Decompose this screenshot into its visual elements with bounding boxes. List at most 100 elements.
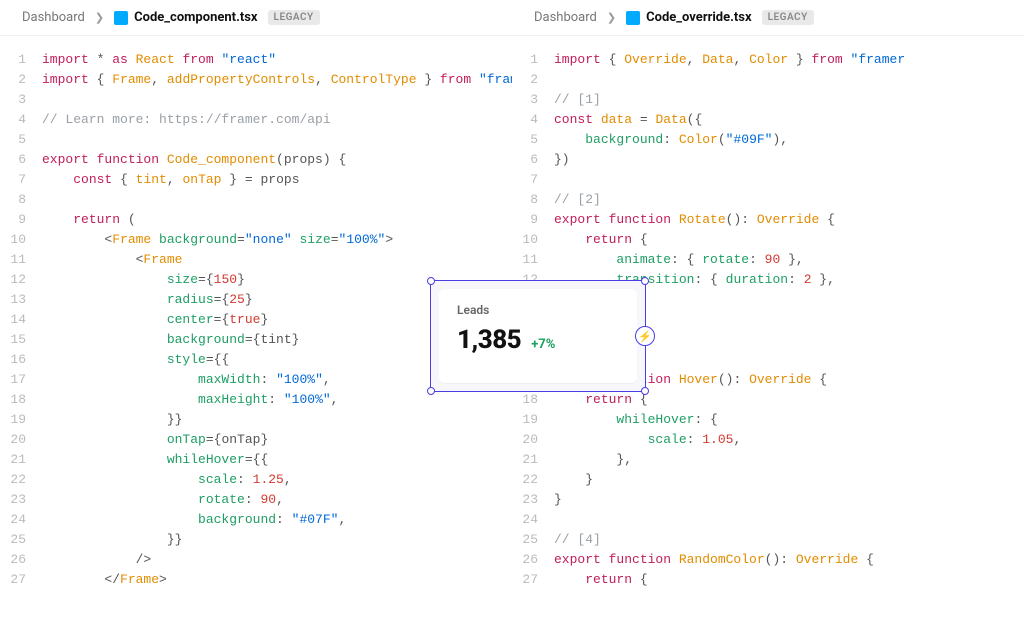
code-line[interactable]: 21 whileHover={{ (0, 450, 512, 470)
code-line[interactable]: 11 animate: { rotate: 90 }, (512, 250, 1024, 270)
code-line[interactable]: 10 return { (512, 230, 1024, 250)
line-content: return { (554, 390, 1024, 410)
code-line[interactable]: 24 (512, 510, 1024, 530)
line-number: 18 (0, 390, 42, 410)
code-line[interactable]: 7 (512, 170, 1024, 190)
code-line[interactable]: 5 (0, 130, 512, 150)
code-line[interactable]: 21 }, (512, 450, 1024, 470)
line-content: scale: 1.05, (554, 430, 1024, 450)
code-line[interactable]: 23 rotate: 90, (0, 490, 512, 510)
code-line[interactable]: 4const data = Data({ (512, 110, 1024, 130)
code-line[interactable]: 22 scale: 1.25, (0, 470, 512, 490)
code-line[interactable]: 14} (512, 310, 1024, 330)
code-line[interactable]: 13 } (512, 290, 1024, 310)
line-number: 2 (512, 70, 554, 90)
line-number: 23 (0, 490, 42, 510)
line-content (42, 190, 512, 210)
line-number: 11 (512, 250, 554, 270)
line-number: 7 (0, 170, 42, 190)
code-line[interactable]: 26export function RandomColor(): Overrid… (512, 550, 1024, 570)
line-number: 13 (512, 290, 554, 310)
code-line[interactable]: 19 }} (0, 410, 512, 430)
code-line[interactable]: 5 background: Color("#09F"), (512, 130, 1024, 150)
code-line[interactable]: 15 background={tint} (0, 330, 512, 350)
code-line[interactable]: 27 </Frame> (0, 570, 512, 590)
code-line[interactable]: 3 (0, 90, 512, 110)
code-line[interactable]: 17 maxWidth: "100%", (0, 370, 512, 390)
line-number: 16 (512, 350, 554, 370)
line-number: 26 (0, 550, 42, 570)
breadcrumb-root[interactable]: Dashboard (22, 10, 85, 25)
code-line[interactable]: 24 background: "#07F", (0, 510, 512, 530)
code-line[interactable]: 20 onTap={onTap} (0, 430, 512, 450)
line-content: return { (554, 570, 1024, 590)
line-content: </Frame> (42, 570, 512, 590)
code-line[interactable]: 23} (512, 490, 1024, 510)
code-editor-right[interactable]: 1import { Override, Data, Color } from "… (512, 36, 1024, 620)
line-number: 9 (0, 210, 42, 230)
line-number: 16 (0, 350, 42, 370)
code-line[interactable]: 27 return { (512, 570, 1024, 590)
line-number: 7 (512, 170, 554, 190)
breadcrumb-file-label: Code_override.tsx (646, 10, 752, 25)
line-content: <Frame background="none" size="100%"> (42, 230, 512, 250)
line-number: 22 (0, 470, 42, 490)
code-line[interactable]: 8 (0, 190, 512, 210)
code-line[interactable]: 9export function Rotate(): Override { (512, 210, 1024, 230)
code-line[interactable]: 22 } (512, 470, 1024, 490)
line-number: 13 (0, 290, 42, 310)
code-line[interactable]: 26 /> (0, 550, 512, 570)
code-line[interactable]: 3// [1] (512, 90, 1024, 110)
code-line[interactable]: 1import * as React from "react" (0, 50, 512, 70)
code-line[interactable]: 6}) (512, 150, 1024, 170)
code-line[interactable]: 10 <Frame background="none" size="100%"> (0, 230, 512, 250)
code-line[interactable]: 7 const { tint, onTap } = props (0, 170, 512, 190)
line-content: background: Color("#09F"), (554, 130, 1024, 150)
code-line[interactable]: 17export function Hover(): Override { (512, 370, 1024, 390)
line-content: const data = Data({ (554, 110, 1024, 130)
code-line[interactable]: 2 (512, 70, 1024, 90)
breadcrumb-root[interactable]: Dashboard (534, 10, 597, 25)
code-line[interactable]: 12 transition: { duration: 2 }, (512, 270, 1024, 290)
line-number: 10 (0, 230, 42, 250)
line-content (554, 70, 1024, 90)
line-number: 15 (512, 330, 554, 350)
line-content: whileHover={{ (42, 450, 512, 470)
line-content: }} (42, 530, 512, 550)
code-line[interactable]: 18 return { (512, 390, 1024, 410)
code-line[interactable]: 15 (512, 330, 1024, 350)
line-number: 25 (0, 530, 42, 550)
line-number: 22 (512, 470, 554, 490)
code-line[interactable]: 2import { Frame, addPropertyControls, Co… (0, 70, 512, 90)
code-line[interactable]: 25// [4] (512, 530, 1024, 550)
code-line[interactable]: 8// [2] (512, 190, 1024, 210)
code-line[interactable]: 16// [3] (512, 350, 1024, 370)
line-number: 24 (0, 510, 42, 530)
line-number: 25 (512, 530, 554, 550)
code-line[interactable]: 14 center={true} (0, 310, 512, 330)
code-line[interactable]: 4// Learn more: https://framer.com/api (0, 110, 512, 130)
code-editor-left[interactable]: 1import * as React from "react"2import {… (0, 36, 512, 620)
code-line[interactable]: 20 scale: 1.05, (512, 430, 1024, 450)
code-line[interactable]: 16 style={{ (0, 350, 512, 370)
line-content: style={{ (42, 350, 512, 370)
code-line[interactable]: 11 <Frame (0, 250, 512, 270)
code-line[interactable]: 13 radius={25} (0, 290, 512, 310)
line-content: center={true} (42, 310, 512, 330)
code-line[interactable]: 1import { Override, Data, Color } from "… (512, 50, 1024, 70)
breadcrumb-file[interactable]: Code_component.tsx (114, 10, 257, 25)
breadcrumb-file[interactable]: Code_override.tsx (626, 10, 752, 25)
line-content: background: "#07F", (42, 510, 512, 530)
code-line[interactable]: 25 }} (0, 530, 512, 550)
code-line[interactable]: 6export function Code_component(props) { (0, 150, 512, 170)
code-line[interactable]: 19 whileHover: { (512, 410, 1024, 430)
line-content: rotate: 90, (42, 490, 512, 510)
code-line[interactable]: 12 size={150} (0, 270, 512, 290)
line-content: }, (554, 450, 1024, 470)
line-content: // [3] (554, 350, 1024, 370)
code-line[interactable]: 9 return ( (0, 210, 512, 230)
code-line[interactable]: 18 maxHeight: "100%", (0, 390, 512, 410)
line-content: return ( (42, 210, 512, 230)
line-content: animate: { rotate: 90 }, (554, 250, 1024, 270)
line-number: 21 (512, 450, 554, 470)
